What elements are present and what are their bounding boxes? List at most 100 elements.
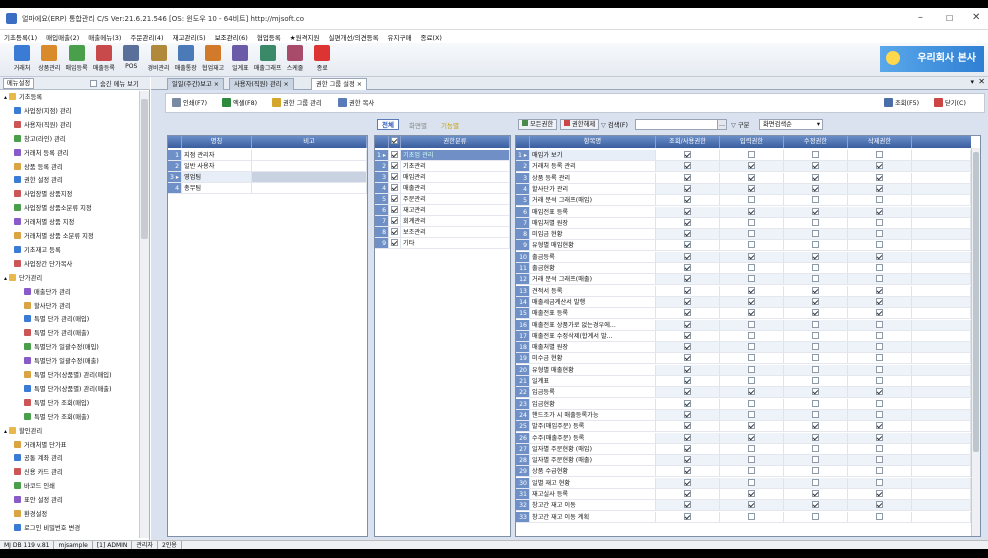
permission-checkbox[interactable] — [748, 331, 755, 339]
menu-item[interactable]: 협업등록 — [257, 32, 281, 42]
permission-checkbox[interactable] — [748, 422, 755, 430]
permission-checkbox[interactable] — [876, 309, 883, 317]
permission-checkbox[interactable] — [876, 512, 883, 520]
permission-checkbox[interactable] — [812, 478, 819, 486]
category-checkbox[interactable] — [391, 239, 398, 246]
table-row[interactable]: 13 견적서 등록 — [516, 285, 971, 297]
permission-checkbox[interactable] — [684, 365, 691, 373]
permission-checkbox[interactable] — [876, 207, 883, 215]
search-dropdown-icon[interactable]: … — [717, 119, 727, 130]
permission-checkbox[interactable] — [812, 184, 819, 192]
table-row[interactable]: 8 보조관리 — [375, 227, 510, 238]
permission-checkbox[interactable] — [684, 354, 691, 362]
table-row[interactable]: 11 출금현황 — [516, 263, 971, 274]
permission-checkbox[interactable] — [876, 275, 883, 283]
tree-item[interactable]: ▴ 기초등록 — [4, 91, 42, 104]
table-row[interactable]: 2 기초관리 — [375, 161, 510, 172]
permission-checkbox[interactable] — [684, 320, 691, 328]
permission-checkbox[interactable] — [684, 218, 691, 226]
tree-item[interactable]: ▴ 할인관리 — [4, 425, 42, 438]
permission-checkbox[interactable] — [748, 207, 755, 215]
table-row[interactable]: 28 일자별 주문현황 (매출) — [516, 455, 971, 467]
permission-checkbox[interactable] — [748, 433, 755, 441]
permission-checkbox[interactable] — [748, 241, 755, 249]
tree-item[interactable]: 신용 카드 관리 — [14, 466, 63, 479]
sort-select[interactable]: 화면검색순 ▾ — [759, 119, 823, 130]
expand-icon[interactable]: ▴ — [4, 275, 7, 282]
category-checkbox[interactable] — [391, 184, 398, 191]
permission-checkbox[interactable] — [812, 162, 819, 170]
table-row[interactable]: 23 입금현황 — [516, 398, 971, 410]
permission-checkbox[interactable] — [684, 388, 691, 396]
permission-checkbox[interactable] — [748, 501, 755, 509]
permission-checkbox[interactable] — [812, 151, 819, 158]
permission-checkbox[interactable] — [684, 275, 691, 283]
permission-checkbox[interactable] — [684, 456, 691, 464]
permission-checkbox[interactable] — [684, 422, 691, 430]
table-row[interactable]: 15 매출전표 등록 — [516, 308, 971, 320]
permission-checkbox[interactable] — [748, 320, 755, 328]
permission-checkbox[interactable] — [684, 173, 691, 181]
permission-checkbox[interactable] — [748, 388, 755, 396]
tab-close-icon[interactable]: × — [355, 81, 362, 88]
permission-checkbox[interactable] — [812, 501, 819, 509]
menu-item[interactable]: 실편개선/의견등록 — [329, 32, 379, 42]
table-row[interactable]: 4 할사단가 관리 — [516, 183, 971, 195]
permission-checkbox[interactable] — [684, 490, 691, 497]
permission-checkbox[interactable] — [748, 365, 755, 373]
table-row[interactable]: 1 ▸ 매입가 보기 — [516, 150, 971, 161]
permission-checkbox[interactable] — [684, 433, 691, 441]
tree-item[interactable]: 기초재고 등록 — [14, 244, 61, 257]
tree-item[interactable]: 상품 등록 관리 — [14, 161, 63, 174]
category-checkbox[interactable] — [391, 173, 398, 180]
tree-item[interactable]: 사업장간 단가복사 — [14, 258, 72, 271]
permission-checkbox[interactable] — [812, 444, 819, 452]
table-row[interactable]: 1 지점 관리자 — [168, 150, 367, 161]
permission-checkbox[interactable] — [684, 151, 691, 158]
tree-item[interactable]: 매출단가 관리 — [24, 286, 71, 299]
table-row[interactable]: 2 거래처 등록 관리 — [516, 161, 971, 173]
permission-checkbox[interactable] — [876, 456, 883, 464]
permission-checkbox[interactable] — [748, 297, 755, 305]
permission-checkbox[interactable] — [812, 218, 819, 226]
permission-checkbox[interactable] — [812, 456, 819, 464]
permission-checkbox[interactable] — [748, 410, 755, 418]
category-checkbox[interactable] — [391, 151, 398, 158]
table-row[interactable]: 21 일계표 — [516, 376, 971, 387]
permission-checkbox[interactable] — [812, 467, 819, 475]
permission-checkbox[interactable] — [812, 297, 819, 305]
table-row[interactable]: 16 매출전표 상품가로 없는경우에... — [516, 319, 971, 331]
print-button[interactable]: 인쇄(F7) — [172, 97, 207, 110]
permission-checkbox[interactable] — [748, 467, 755, 475]
permission-checkbox[interactable] — [748, 286, 755, 294]
tree-item[interactable]: 표안 설정 관리 — [14, 494, 63, 507]
permission-checkbox[interactable] — [684, 467, 691, 475]
table-row[interactable]: 12 거래 분석 그래프(매출) — [516, 274, 971, 286]
hidden-menu-checkbox[interactable] — [90, 80, 97, 88]
table-row[interactable]: 6 매입전표 등록 — [516, 206, 971, 218]
permission-checkbox[interactable] — [812, 230, 819, 238]
search-button[interactable]: 조회(F5) — [884, 97, 919, 110]
permission-checkbox[interactable] — [748, 184, 755, 192]
tree-item[interactable]: 특별 단가 관리(매출) — [24, 327, 89, 340]
permission-checkbox[interactable] — [684, 377, 691, 384]
minimize-icon[interactable]: – — [918, 12, 923, 23]
table-row[interactable]: 3 매입관리 — [375, 172, 510, 183]
menu-item[interactable]: 재고관리(5) — [173, 32, 206, 42]
view-tab-function[interactable]: 기능별 — [441, 120, 459, 130]
sidebar-tab-menu[interactable]: 메뉴설정 — [3, 78, 35, 89]
maximize-icon[interactable]: ☐ — [946, 14, 953, 23]
permission-checkbox[interactable] — [876, 196, 883, 204]
permission-checkbox[interactable] — [812, 196, 819, 204]
tree-item[interactable]: 거래처별 상품 지정 — [14, 216, 74, 229]
permission-checkbox[interactable] — [748, 252, 755, 260]
table-row[interactable]: 8 미입금 현황 — [516, 229, 971, 241]
permission-checkbox[interactable] — [684, 230, 691, 238]
tree-item[interactable]: 환경설정 — [14, 508, 47, 521]
permission-checkbox[interactable] — [812, 354, 819, 362]
table-row[interactable]: 5 거래 분석 그래프(매입) — [516, 195, 971, 207]
permission-checkbox[interactable] — [812, 410, 819, 418]
permission-checkbox[interactable] — [812, 241, 819, 249]
permission-checkbox[interactable] — [876, 320, 883, 328]
view-tab-screen[interactable]: 화면별 — [409, 120, 427, 130]
